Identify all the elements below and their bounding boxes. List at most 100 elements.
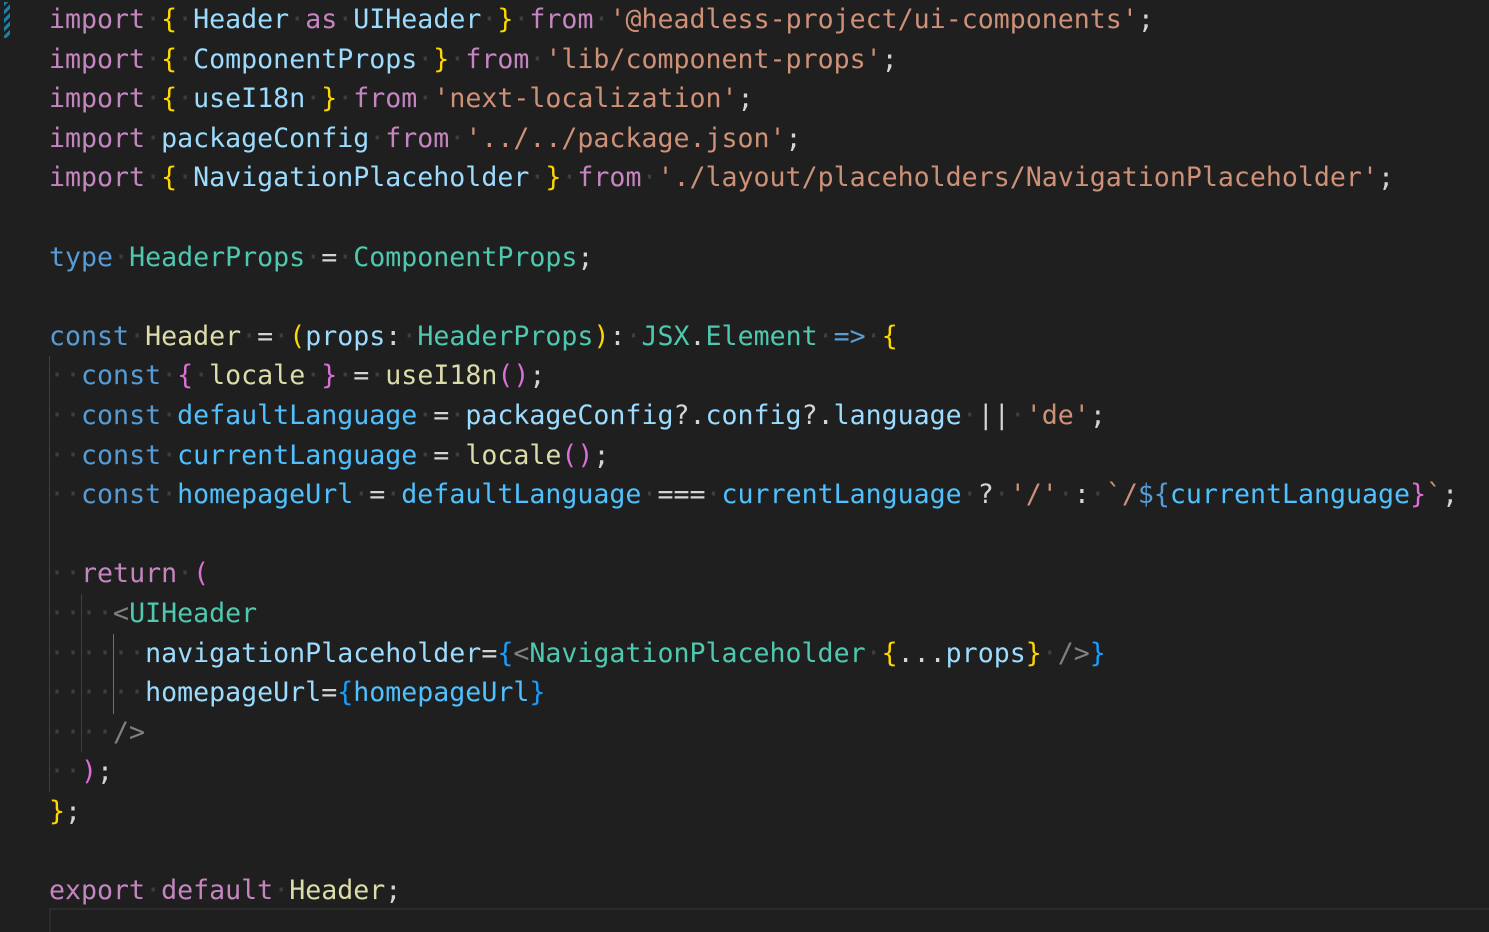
code-token: = [369,479,386,511]
code-line[interactable]: const·Header·=·(props:·HeaderProps):·JSX… [49,317,1458,357]
code-token: ; [97,756,114,788]
code-token: const [81,439,162,471]
code-token: `/ [1105,479,1138,511]
code-token: = [257,320,274,352]
whitespace-marker: · [145,162,162,194]
code-token: '@headless-project/ui-components' [609,4,1138,35]
code-line[interactable] [49,831,1458,871]
current-line-highlight [49,908,1489,932]
whitespace-marker: · [641,479,658,511]
code-token: === [657,479,706,511]
code-token: default [161,875,274,907]
whitespace-marker: ······ [49,677,146,709]
code-token: from [465,43,530,75]
code-editor[interactable]: import·{·Header·as·UIHeader·}·from·'@hea… [0,0,1489,932]
whitespace-marker: · [529,43,546,75]
code-token: () [497,360,530,392]
whitespace-marker: · [961,399,978,431]
whitespace-marker: · [177,162,194,194]
code-token: } [1089,637,1106,669]
code-line[interactable]: import·{·Header·as·UIHeader·}·from·'@hea… [49,0,1458,40]
code-token: ) [81,756,98,788]
code-line[interactable] [49,515,1458,555]
code-token: homepageUrl [145,677,322,709]
code-token: = [321,677,338,709]
code-token: Header [193,4,290,35]
code-token: currentLanguage [721,479,962,511]
code-token: defaultLanguage [177,399,418,431]
code-token: ; [593,439,610,471]
whitespace-marker: ·· [49,558,82,590]
code-token: = [321,241,338,273]
code-line[interactable]: ··const·{·locale·}·=·useI18n(); [49,356,1458,396]
code-token: = [433,399,450,431]
code-token: Element [705,320,818,352]
code-token: ) [593,320,610,352]
code-token: Header [289,875,386,907]
code-line[interactable]: ··const·currentLanguage·=·locale(); [49,436,1458,476]
code-line[interactable]: }; [49,792,1458,832]
code-line[interactable]: import·{·NavigationPlaceholder·}·from·'.… [49,158,1458,198]
code-line[interactable]: ······homepageUrl={homepageUrl} [49,673,1458,713]
code-token: } [497,4,514,35]
code-token: { [161,162,178,194]
whitespace-marker: · [529,162,546,194]
code-token: . [689,320,706,352]
whitespace-marker: · [145,83,162,115]
code-token: { [177,360,194,392]
whitespace-marker: ·· [49,399,82,431]
code-line[interactable]: ····/> [49,713,1458,753]
code-token: } [49,795,66,827]
whitespace-marker: · [449,43,466,75]
code-token: import [49,4,146,35]
whitespace-marker: · [129,320,146,352]
code-token: ${ [1137,479,1170,511]
code-line[interactable]: ······navigationPlaceholder={<Navigation… [49,634,1458,674]
code-line[interactable]: import·{·useI18n·}·from·'next-localizati… [49,79,1458,119]
whitespace-marker: · [1057,479,1074,511]
code-line[interactable]: ··return·( [49,554,1458,594]
whitespace-marker: · [145,4,162,35]
code-line[interactable]: ··); [49,752,1458,792]
code-token: ComponentProps [193,43,418,75]
code-token: } [321,83,338,115]
code-token: : [609,320,626,352]
code-line[interactable] [49,277,1458,317]
code-token: { [497,637,514,669]
code-token: || [977,399,1010,431]
code-line[interactable] [49,198,1458,238]
code-line[interactable]: ··const·defaultLanguage·=·packageConfig?… [49,396,1458,436]
code-token: ; [785,122,802,154]
code-token: UIHeader [129,597,258,629]
code-token: '../../package.json' [465,122,786,154]
whitespace-marker: · [641,162,658,194]
whitespace-marker: · [401,320,418,352]
whitespace-marker: · [177,43,194,75]
code-token: 'de' [1025,399,1090,431]
whitespace-marker: · [993,479,1010,511]
code-token: from [529,4,594,35]
code-line[interactable]: ··const·homepageUrl·=·defaultLanguage·==… [49,475,1458,515]
code-token: = [481,637,498,669]
code-token: ; [1442,479,1459,511]
code-line[interactable]: import·packageConfig·from·'../../package… [49,119,1458,159]
code-token: import [49,122,146,154]
code-token: './layout/placeholders/NavigationPlaceho… [657,162,1378,194]
code-token: currentLanguage [1169,479,1411,511]
whitespace-marker: · [817,320,834,352]
code-line[interactable]: type·HeaderProps·=·ComponentProps; [49,238,1458,278]
whitespace-marker: · [369,122,386,154]
whitespace-marker: · [1041,637,1058,669]
whitespace-marker: · [337,4,354,35]
code-token: => [833,320,866,352]
code-line[interactable]: import·{·ComponentProps·}·from·'lib/comp… [49,40,1458,80]
code-token: ; [1089,399,1106,431]
modified-line-gutter-indicator [4,2,10,38]
code-token: JSX [641,320,690,352]
code-token: HeaderProps [417,320,594,352]
code-token: ?. [801,399,834,431]
code-lines[interactable]: import·{·Header·as·UIHeader·}·from·'@hea… [49,0,1458,911]
code-line[interactable]: export·default·Header; [49,871,1458,911]
code-token: '/' [1009,479,1058,511]
code-line[interactable]: ····<UIHeader [49,594,1458,634]
